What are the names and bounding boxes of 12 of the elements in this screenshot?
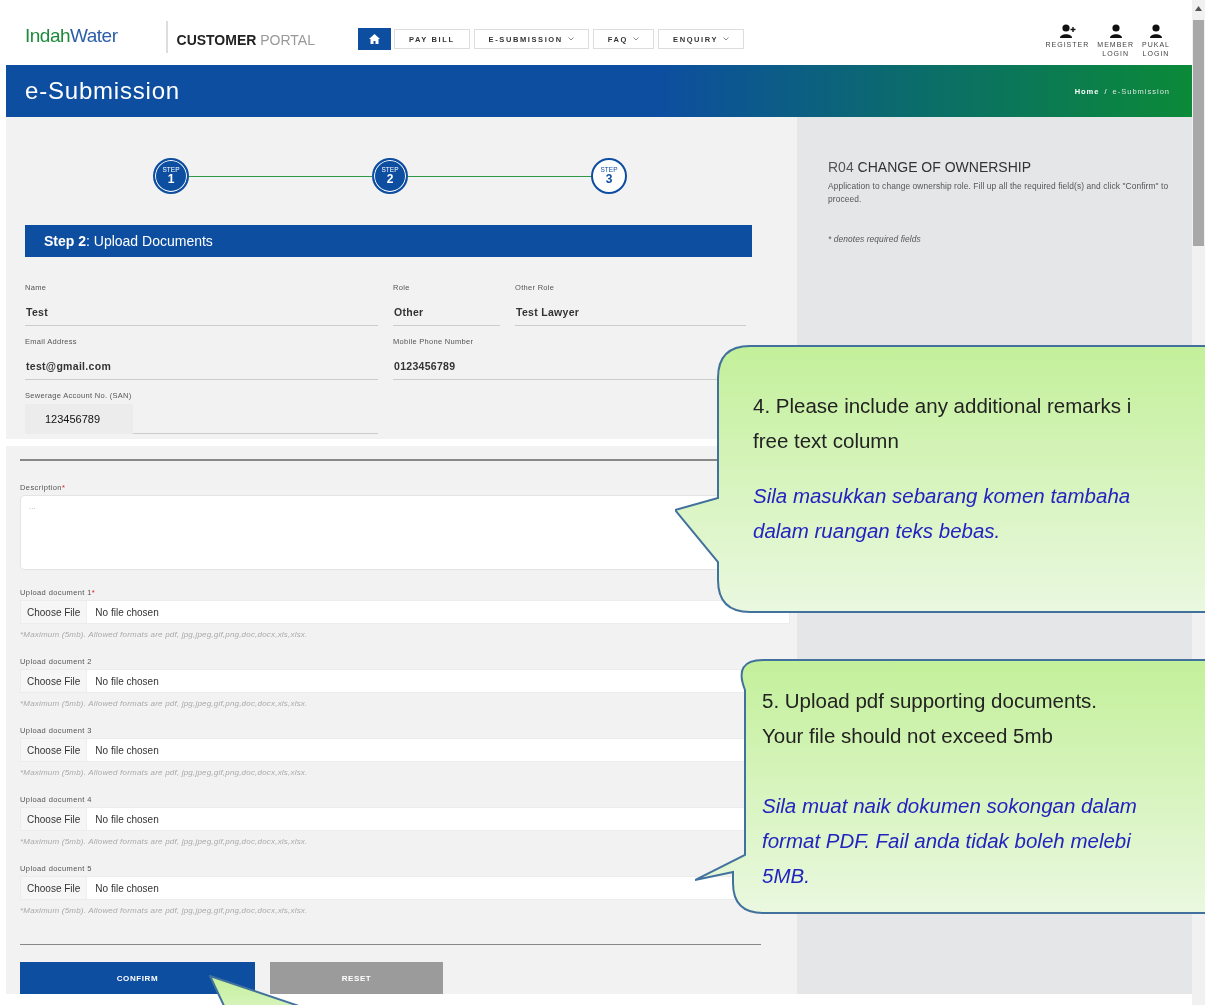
page-title: e-Submission (25, 77, 180, 105)
callout-text: 4. Please include any additional remarks i free text column (753, 393, 1132, 454)
hint-text: *Maximum (5mb). Allowed formats are pdf, jpg,jpeg,gif,png,doc,docx,xls,xlsx. (20, 906, 308, 915)
hint-text: *Maximum (5mb). Allowed formats are pdf, jpg,jpeg,gif,png,doc,docx,xls,xlsx. (20, 630, 308, 639)
hint-text: *Maximum (5mb). Allowed formats are pdf, jpg,jpeg,gif,png,doc,docx,xls,xlsx. (20, 699, 308, 708)
panel-description: Application to change ownership role. Fill up all the required field(s) and click "Confirm" to proceed. (828, 180, 1170, 206)
hint-text: *Maximum (5mb). Allowed formats are pdf, jpg,jpeg,gif,png,doc,docx,xls,xlsx. (20, 768, 308, 777)
required-note: * denotes required fields (828, 233, 922, 246)
portal-title: CUSTOMER PORTAL (176, 31, 315, 48)
panel-title: R04 CHANGE OF OWNERSHIP (828, 159, 1033, 175)
section-header: Step 2: Upload Documents (25, 225, 752, 257)
hint-text: *Maximum (5mb). Allowed formats are pdf, jpg,jpeg,gif,png,doc,docx,xls,xlsx. (20, 837, 308, 846)
